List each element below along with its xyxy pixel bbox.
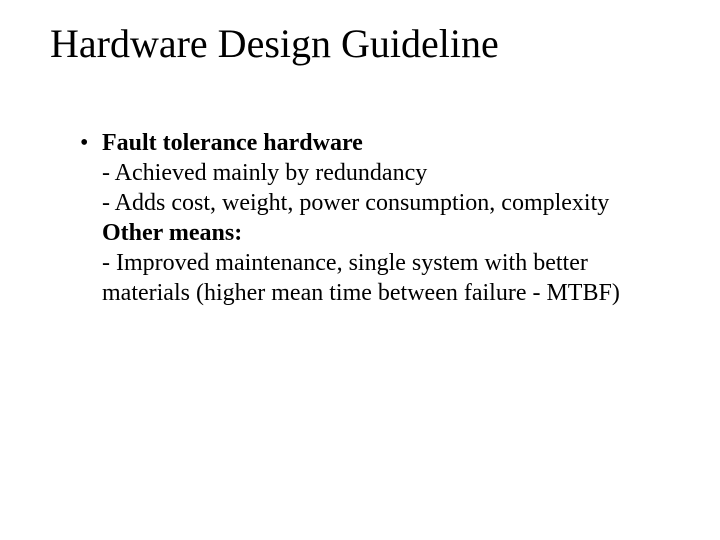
slide: Hardware Design Guideline • Fault tolera…	[0, 0, 720, 540]
bullet-line-2: - Adds cost, weight, power consumption, …	[102, 188, 670, 218]
bullet-item: • Fault tolerance hardware - Achieved ma…	[80, 128, 670, 308]
bullet-heading-1: Fault tolerance hardware	[102, 128, 670, 158]
bullet-content: Fault tolerance hardware - Achieved main…	[102, 128, 670, 308]
bullet-marker: •	[80, 128, 102, 158]
bullet-heading-2: Other means:	[102, 218, 670, 248]
bullet-line-1: - Achieved mainly by redundancy	[102, 158, 670, 188]
slide-title: Hardware Design Guideline	[50, 20, 670, 68]
bullet-line-3: - Improved maintenance, single system wi…	[102, 248, 670, 308]
slide-body: • Fault tolerance hardware - Achieved ma…	[50, 128, 670, 308]
